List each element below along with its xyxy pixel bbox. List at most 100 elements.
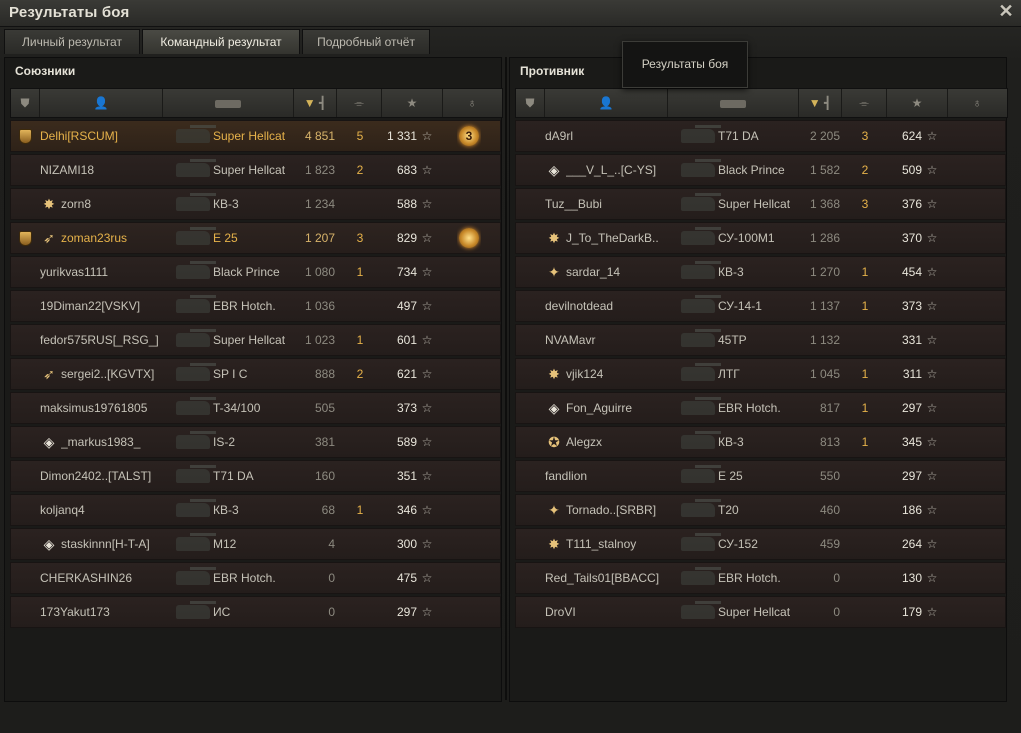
- tab-detailed-report[interactable]: Подробный отчёт: [302, 29, 430, 54]
- player-row[interactable]: Red_Tails01[BBACC] EBR Hotch. 0 130 ☆: [515, 562, 1006, 594]
- tank-name: E 25: [718, 469, 743, 483]
- medal-cell[interactable]: 3: [457, 121, 481, 151]
- kills-value: [854, 223, 876, 253]
- player-row[interactable]: fedor575RUS[_RSG_] Super Hellcat 1 023 1 601…: [10, 324, 501, 356]
- player-row[interactable]: ◈ staskinnn[H-T-A] M12 4 300 ☆: [10, 528, 501, 560]
- squad-badge: [519, 393, 541, 423]
- player-name: NVAMavr: [545, 333, 596, 347]
- xp-value: 373: [901, 299, 922, 313]
- medal-column-icon[interactable]: ♁: [948, 89, 1006, 117]
- player-row[interactable]: NIZAMI18 Super Hellcat 1 823 2 683 ☆: [10, 154, 501, 186]
- damage-value: 459: [819, 537, 840, 551]
- damage-value: 1 080: [304, 265, 335, 279]
- xp-value: 264: [901, 537, 922, 551]
- player-row[interactable]: ✦ Tornado..[SRBR] T20 460 186 ☆: [515, 494, 1006, 526]
- xp-column-icon[interactable]: ★: [887, 89, 948, 117]
- player-row[interactable]: 19Diman22[VSKV] EBR Hotch. 1 036 497 ☆: [10, 290, 501, 322]
- medal-icon: [459, 228, 479, 248]
- player-column-icon[interactable]: 👤: [545, 89, 668, 117]
- kills-value: [854, 325, 876, 355]
- star-icon: ☆: [421, 571, 433, 585]
- player-row[interactable]: ✸ J_To_TheDarkB.. СУ-100М1 1 286 370 ☆: [515, 222, 1006, 254]
- star-icon: ☆: [926, 129, 938, 143]
- clan-emblem-icon: ✦: [548, 502, 560, 518]
- player-row[interactable]: Tuz__Bubi Super Hellcat 1 368 3 376 ☆: [515, 188, 1006, 220]
- player-row[interactable]: ✪ Alegzx КВ-3 813 1 345 ☆: [515, 426, 1006, 458]
- player-row[interactable]: devilnotdead СУ-14-1 1 137 1 373 ☆: [515, 290, 1006, 322]
- player-row[interactable]: NVAMavr 45TP 1 132 331 ☆: [515, 324, 1006, 356]
- player-row[interactable]: ➶ sergei2..[KGVTX] SP I C 888 2 621 ☆: [10, 358, 501, 390]
- player-row[interactable]: ◈ _markus1983_ IS-2 381 589 ☆: [10, 426, 501, 458]
- player-column-icon[interactable]: 👤: [40, 89, 163, 117]
- player-name: devilnotdead: [545, 299, 614, 313]
- kills-column-icon[interactable]: ⌯: [842, 89, 887, 117]
- squad-badge: [519, 325, 541, 355]
- damage-value: 888: [314, 367, 335, 381]
- player-row[interactable]: Dimon2402..[TALST] T71 DA 160 351 ☆: [10, 460, 501, 492]
- tank-name: T-34/100: [213, 401, 261, 415]
- damage-value: 1 132: [809, 333, 840, 347]
- kills-value: [349, 427, 371, 457]
- medal-cell[interactable]: [457, 223, 481, 253]
- player-name: dA9rl: [545, 129, 574, 143]
- player-row[interactable]: ✸ vjik124 ЛТГ 1 045 1 311 ☆: [515, 358, 1006, 390]
- player-row[interactable]: DroVI Super Hellcat 0 179 ☆: [515, 596, 1006, 628]
- tab-team-result[interactable]: Командный результат: [142, 29, 300, 54]
- player-row[interactable]: ✦ sardar_14 КВ-3 1 270 1 454 ☆: [515, 256, 1006, 288]
- squad-badge: [14, 223, 36, 253]
- tank-name: EBR Hotch.: [718, 571, 781, 585]
- player-name: fandlion: [545, 469, 588, 483]
- clan-emblem-icon: ✸: [548, 230, 560, 246]
- squad-column-icon[interactable]: ⛊: [11, 89, 40, 117]
- xp-value: 297: [396, 605, 417, 619]
- damage-value: 160: [314, 469, 335, 483]
- player-row[interactable]: dA9rl T71 DA 2 205 3 624 ☆: [515, 120, 1006, 152]
- kills-column-icon[interactable]: ⌯: [337, 89, 382, 117]
- tank-name: T71 DA: [213, 469, 254, 483]
- squad-badge: [14, 359, 36, 389]
- star-icon: ☆: [926, 265, 938, 279]
- medal-icon: 3: [459, 126, 479, 146]
- damage-column-icon[interactable]: ▼ ┫: [294, 89, 337, 117]
- player-row[interactable]: CHERKASHIN26 EBR Hotch. 0 475 ☆: [10, 562, 501, 594]
- damage-column-icon[interactable]: ▼ ┫: [799, 89, 842, 117]
- clan-emblem-icon: ◈: [43, 434, 55, 450]
- player-row[interactable]: fandlion E 25 550 297 ☆: [515, 460, 1006, 492]
- tank-name: Super Hellcat: [718, 605, 791, 619]
- squad-badge: [14, 291, 36, 321]
- player-row[interactable]: ✸ T111_stalnoy СУ-152 459 264 ☆: [515, 528, 1006, 560]
- player-row[interactable]: koljanq4 КВ-3 68 1 346 ☆: [10, 494, 501, 526]
- close-icon[interactable]: ✕: [997, 2, 1015, 20]
- player-name: staskinnn[H-T-A]: [61, 537, 150, 551]
- tank-column-icon[interactable]: [163, 89, 294, 117]
- xp-value: 346: [396, 503, 417, 517]
- player-name: 173Yakut173: [40, 605, 110, 619]
- squad-icon: [18, 231, 32, 246]
- squad-column-icon[interactable]: ⛊: [516, 89, 545, 117]
- player-row[interactable]: yurikvas1111 Black Prince 1 080 1 734 ☆: [10, 256, 501, 288]
- player-row[interactable]: ✸ zorn8 КВ-3 1 234 588 ☆: [10, 188, 501, 220]
- player-name: _markus1983_: [61, 435, 141, 449]
- player-name: koljanq4: [40, 503, 85, 517]
- player-row[interactable]: maksimus19761805 T-34/100 505 373 ☆: [10, 392, 501, 424]
- squad-badge: [519, 359, 541, 389]
- medal-column-icon[interactable]: ♁: [443, 89, 501, 117]
- player-row[interactable]: Delhi[RSCUM] Super Hellcat 4 851 5 1 331 ☆ 3: [10, 120, 501, 152]
- xp-value: 351: [396, 469, 417, 483]
- player-row[interactable]: ➶ zoman23rus E 25 1 207 3 829 ☆: [10, 222, 501, 254]
- player-row[interactable]: 173Yakut173 ИС 0 297 ☆: [10, 596, 501, 628]
- player-row[interactable]: ◈ Fon_Aguirre EBR Hotch. 817 1 297 ☆: [515, 392, 1006, 424]
- xp-value: 373: [396, 401, 417, 415]
- clan-emblem-icon: ✸: [548, 366, 560, 382]
- player-row[interactable]: ◈ ___V_L_..[C-YS] Black Prince 1 582 2 509 ☆: [515, 154, 1006, 186]
- tank-name: Super Hellcat: [213, 129, 286, 143]
- xp-value: 370: [901, 231, 922, 245]
- clan-emblem-icon: ◈: [548, 162, 560, 178]
- tab-personal-result[interactable]: Личный результат: [4, 29, 140, 54]
- title-bar[interactable]: Результаты боя ✕: [0, 0, 1021, 27]
- xp-column-icon[interactable]: ★: [382, 89, 443, 117]
- xp-value: 1 331: [386, 129, 417, 143]
- star-icon: ☆: [421, 129, 433, 143]
- panel-divider: [505, 57, 507, 700]
- tank-column-icon[interactable]: [668, 89, 799, 117]
